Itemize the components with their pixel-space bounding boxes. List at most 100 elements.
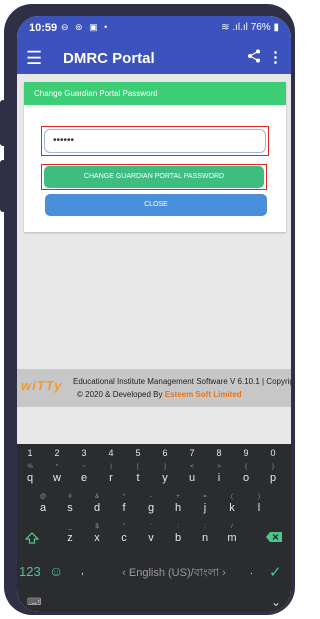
- key-h-label: h: [174, 502, 182, 514]
- close-button[interactable]: CLOSE: [45, 194, 267, 216]
- key-j-alt: =: [203, 494, 207, 500]
- key-d[interactable]: & d: [84, 494, 110, 515]
- keyboard-number-row: 1 2 3 4 5 6 7 8 9 0: [17, 448, 291, 462]
- key-n[interactable]: ; n: [192, 524, 218, 545]
- space-bar[interactable]: ‹ English (US)/বাংলা ›: [100, 564, 248, 582]
- key-x-alt: $: [95, 524, 99, 530]
- password-card: Change Guardian Portal Password •••••• C…: [24, 82, 286, 232]
- change-button-highlight-box: CHANGE GUARDIAN PORTAL PASSWORD: [41, 164, 267, 190]
- backspace-icon-svg: [266, 532, 282, 542]
- status-bar: 10:59 ⊖ ⊚ ▣ • ≋ .ıl.ıl 76% ▮: [17, 16, 291, 42]
- key-a-alt: @: [39, 494, 47, 500]
- app-title: DMRC Portal: [63, 50, 155, 67]
- chevron-left-icon: ‹: [122, 567, 126, 579]
- key-2[interactable]: 2: [44, 448, 70, 458]
- key-g[interactable]: -g: [138, 494, 164, 515]
- key-1[interactable]: 1: [17, 448, 43, 458]
- key-u-alt: <: [190, 464, 194, 470]
- screen: 10:59 ⊖ ⊚ ▣ • ≋ .ıl.ıl 76% ▮ ☰ DMRC Port…: [17, 16, 291, 612]
- key-s[interactable]: # s: [57, 494, 83, 515]
- key-p[interactable]: } p: [260, 464, 286, 485]
- key-x[interactable]: $ x: [84, 524, 110, 545]
- emoji-icon[interactable]: ☺: [49, 563, 63, 579]
- key-u[interactable]: < u: [179, 464, 205, 485]
- witty-logo: wiTTy: [21, 378, 63, 393]
- main-content: Change Guardian Portal Password •••••• C…: [17, 74, 291, 452]
- backspace-icon[interactable]: [261, 530, 287, 548]
- key-q-label: q: [26, 472, 34, 484]
- key-comma[interactable]: ,: [81, 566, 84, 577]
- key-i[interactable]: > i: [206, 464, 232, 485]
- key-l-label: l: [257, 502, 261, 514]
- key-z-alt: _: [68, 524, 72, 530]
- key-0[interactable]: 0: [260, 448, 286, 458]
- key-q-alt: %: [27, 464, 33, 470]
- keyboard-switch-icon[interactable]: ⌨: [27, 597, 41, 608]
- key-8[interactable]: 8: [206, 448, 232, 458]
- enter-check-icon[interactable]: ✓: [269, 563, 282, 581]
- key-h-alt: +: [176, 494, 180, 500]
- key-7[interactable]: 7: [179, 448, 205, 458]
- key-z[interactable]: _ z: [57, 524, 83, 545]
- key-v[interactable]: ' v: [138, 524, 164, 545]
- key-s-alt: #: [68, 494, 72, 500]
- key-r[interactable]: | r: [98, 464, 124, 485]
- key-s-label: s: [67, 502, 73, 514]
- key-4[interactable]: 4: [98, 448, 124, 458]
- keyboard-row-3: _ z $ x " c ' v :b ; n / m: [17, 524, 291, 550]
- key-6[interactable]: 6: [152, 448, 178, 458]
- wifi-icon: ≋: [221, 22, 230, 33]
- key-b-label: b: [174, 532, 182, 544]
- hide-keyboard-chevron-icon[interactable]: ⌄: [271, 595, 281, 609]
- hamburger-menu-icon[interactable]: ☰: [26, 49, 42, 67]
- key-p-label: p: [269, 472, 277, 484]
- key-l[interactable]: ) l: [246, 494, 272, 515]
- share-icon[interactable]: [247, 49, 261, 67]
- key-g-alt: -: [150, 494, 152, 500]
- status-right: ≋ .ıl.ıl 76% ▮: [221, 22, 279, 33]
- key-h[interactable]: + h: [165, 494, 191, 515]
- key-c[interactable]: " c: [111, 524, 137, 545]
- key-k[interactable]: (k: [219, 494, 245, 515]
- key-n-alt: ;: [204, 524, 206, 530]
- key-y[interactable]: ] y: [152, 464, 178, 485]
- change-password-button[interactable]: CHANGE GUARDIAN PORTAL PASSWORD: [44, 166, 264, 188]
- key-e[interactable]: ~ e: [71, 464, 97, 485]
- key-123[interactable]: 123: [19, 564, 41, 579]
- key-p-alt: }: [271, 464, 274, 470]
- key-period[interactable]: .: [250, 566, 253, 577]
- key-r-label: r: [109, 472, 113, 484]
- footer-developer-brand[interactable]: Esteem Soft Limited: [165, 390, 242, 399]
- share-icon-svg: [248, 49, 260, 63]
- key-a[interactable]: @ a: [30, 494, 56, 515]
- key-m[interactable]: / m: [219, 524, 245, 545]
- key-t-alt: [: [137, 464, 139, 470]
- key-j[interactable]: = j: [192, 494, 218, 515]
- key-w-label: w: [53, 472, 61, 484]
- password-input[interactable]: ••••••: [44, 129, 266, 153]
- key-c-label: c: [121, 532, 127, 544]
- key-b[interactable]: :b: [165, 524, 191, 545]
- key-a-label: a: [39, 502, 47, 514]
- key-n-label: n: [201, 532, 209, 544]
- key-w[interactable]: ^ w: [44, 464, 70, 485]
- key-i-alt: >: [217, 464, 221, 470]
- shift-icon[interactable]: [19, 531, 45, 549]
- key-t[interactable]: [t: [125, 464, 151, 485]
- key-5[interactable]: 5: [125, 448, 151, 458]
- key-f-label: f: [122, 502, 126, 514]
- key-f[interactable]: * f: [111, 494, 137, 515]
- key-x-label: x: [94, 532, 100, 544]
- footer-developer-prefix: © 2020 & Developed By: [77, 390, 163, 399]
- key-9[interactable]: 9: [233, 448, 259, 458]
- key-e-alt: ~: [82, 464, 86, 470]
- keyboard-nav-row: ⌨ ⌄: [17, 594, 291, 612]
- app-bar: ☰ DMRC Portal ⋮: [17, 42, 291, 74]
- key-l-alt: ): [258, 494, 260, 500]
- more-options-icon[interactable]: ⋮: [268, 48, 283, 66]
- key-3[interactable]: 3: [71, 448, 97, 458]
- notification-icons: ⊖ ⊚ ▣ •: [61, 22, 110, 32]
- key-o[interactable]: {o: [233, 464, 259, 485]
- key-q[interactable]: % q: [17, 464, 43, 485]
- key-m-label: m: [227, 532, 237, 544]
